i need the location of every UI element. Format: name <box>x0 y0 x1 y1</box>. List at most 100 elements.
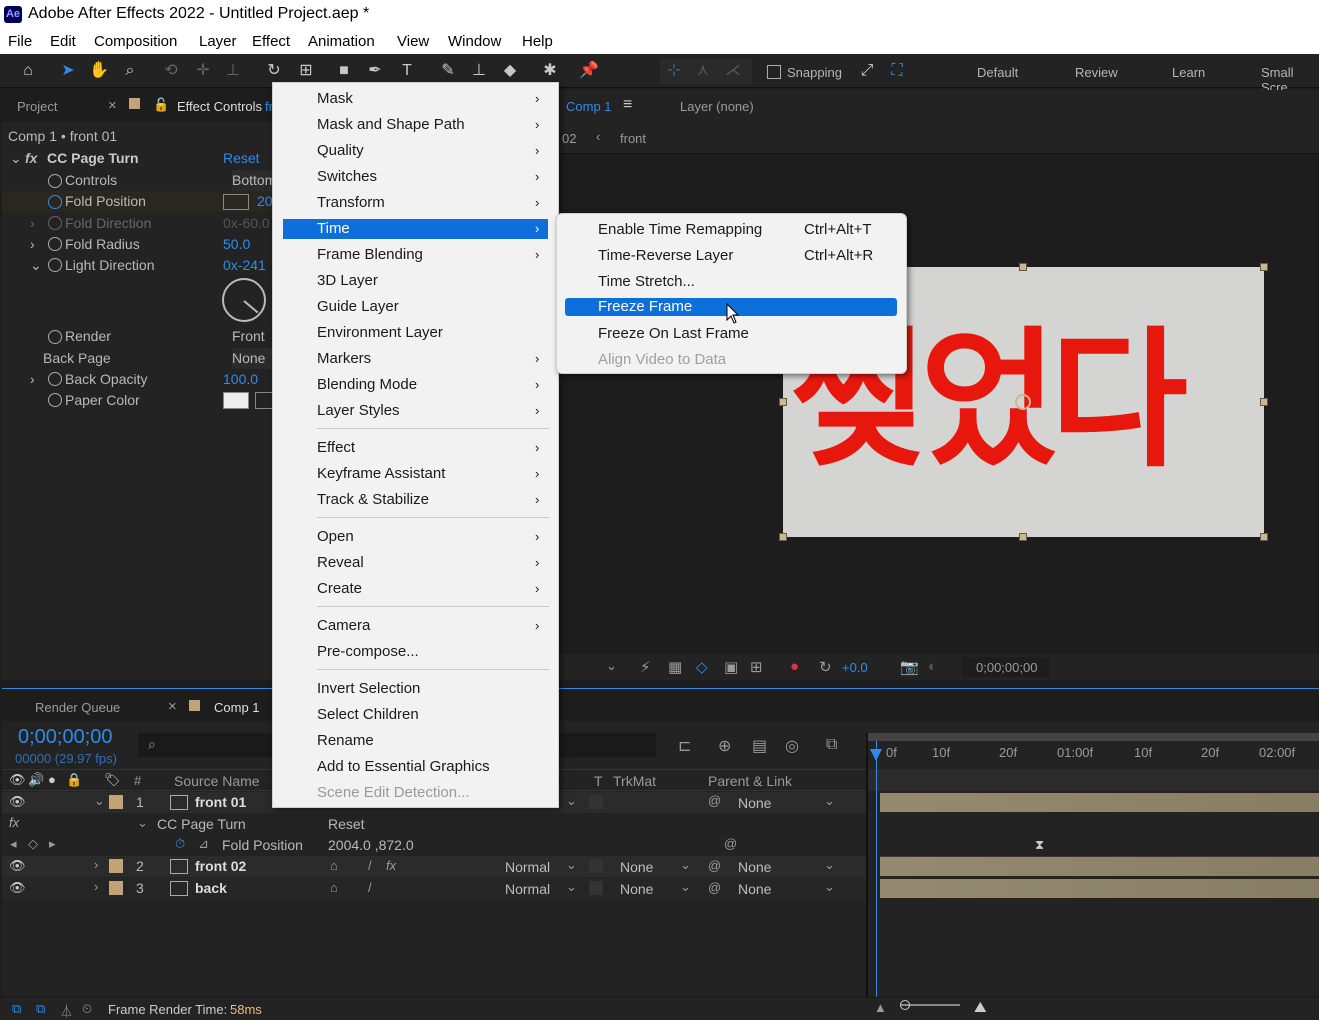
menu-item-frame-blending[interactable]: Frame Blending › <box>273 242 558 268</box>
trkmat-dropdown-arrow-icon[interactable]: ⌄ <box>680 879 691 895</box>
track-matte-toggle[interactable] <box>589 859 603 873</box>
snap-target-icon[interactable]: ⛶ <box>886 60 908 82</box>
blend-mode-dropdown[interactable]: Normal <box>505 858 550 876</box>
pickwhip-icon[interactable]: @ <box>708 880 721 895</box>
graph-editor-icon[interactable]: ⧉ <box>826 736 837 754</box>
transform-handle[interactable] <box>779 398 787 406</box>
transform-handle[interactable] <box>1019 263 1027 271</box>
transform-handle[interactable] <box>1260 263 1268 271</box>
zoom-tool-icon[interactable]: ⌕ <box>119 60 141 82</box>
menu-item-environment-layer[interactable]: Environment Layer <box>273 320 558 346</box>
menu-composition[interactable]: Composition <box>94 33 177 50</box>
expand-arrow-icon[interactable]: › <box>30 213 35 234</box>
quality-switch-icon[interactable]: / <box>368 880 372 895</box>
reset-exposure-icon[interactable]: ↻ <box>819 658 832 676</box>
timeline-splitter[interactable] <box>866 733 868 997</box>
paper-color-swatch[interactable] <box>223 392 249 409</box>
show-snapshot-icon[interactable]: ◐ <box>928 658 937 675</box>
mode-dropdown-arrow-icon[interactable]: ⌄ <box>566 793 577 809</box>
snap-options-icon[interactable]: ⤢ <box>856 60 878 82</box>
layer-name[interactable]: front 02 <box>195 856 246 877</box>
zoom-slider-handle[interactable] <box>900 1000 910 1010</box>
stopwatch-icon[interactable] <box>48 258 62 272</box>
comp-mini-flowchart-icon[interactable]: ⊏ <box>678 736 691 756</box>
layer-duration-bar[interactable] <box>880 857 1319 876</box>
tab-render-queue[interactable]: Render Queue <box>35 700 120 715</box>
menu-item-rename[interactable]: Rename <box>273 728 558 754</box>
trkmat-dropdown[interactable]: None <box>620 858 653 876</box>
menu-item-time-stretch[interactable]: Time Stretch... <box>557 269 906 295</box>
expand-arrow-icon[interactable]: › <box>30 234 35 255</box>
stopwatch-active-icon[interactable]: ⏱ <box>175 836 185 852</box>
menu-item-blending-mode[interactable]: Blending Mode › <box>273 372 558 398</box>
video-eye-icon[interactable]: 👁 <box>9 858 26 874</box>
menu-item-camera[interactable]: Camera › <box>273 613 558 639</box>
layer-label-swatch[interactable] <box>109 881 123 895</box>
mode-dropdown-arrow-icon[interactable]: ⌄ <box>566 857 577 873</box>
menu-item-add-to-essential-graphics[interactable]: Add to Essential Graphics <box>273 754 558 780</box>
render-time-icon[interactable]: ⏲ <box>82 1001 92 1017</box>
menu-item-guide-layer[interactable]: Guide Layer <box>273 294 558 320</box>
brush-tool-icon[interactable]: ✎ <box>437 60 459 82</box>
menu-edit[interactable]: Edit <box>50 33 76 50</box>
pen-tool-icon[interactable]: ✒ <box>364 60 386 82</box>
transform-handle[interactable] <box>1260 533 1268 541</box>
layer-label-swatch[interactable] <box>109 859 123 873</box>
graph-icon[interactable]: ⊿ <box>198 836 209 852</box>
video-eye-icon[interactable]: 👁 <box>9 880 26 896</box>
effect-switch-icon[interactable]: fx <box>386 858 396 873</box>
stopwatch-icon[interactable] <box>48 372 62 386</box>
roto-brush-tool-icon[interactable]: ✱ <box>539 60 561 82</box>
shy-switch-icon[interactable]: ⌂ <box>330 880 338 895</box>
light-direction-value[interactable]: 0x-241 <box>223 255 274 276</box>
tab-comp-1-timeline[interactable]: Comp 1 <box>214 700 260 715</box>
menu-file[interactable]: File <box>8 33 32 50</box>
layer-name[interactable]: back <box>195 878 227 899</box>
layer-name[interactable]: front 01 <box>195 792 246 813</box>
timeline-effect-reset[interactable]: Reset <box>328 814 365 835</box>
menu-item-time[interactable]: Time › <box>283 219 548 239</box>
back-page-dropdown[interactable]: None <box>232 348 274 369</box>
menu-item-open[interactable]: Open › <box>273 524 558 550</box>
expression-pickwhip-icon[interactable]: @ <box>724 836 737 851</box>
menu-item-pre-compose[interactable]: Pre-compose... <box>273 639 558 665</box>
view-axis-icon[interactable]: ⋌ <box>722 60 744 82</box>
menu-item-markers[interactable]: Markers › <box>273 346 558 372</box>
rotate-tool-icon[interactable]: ↻ <box>263 60 285 82</box>
stopwatch-icon[interactable] <box>48 393 62 407</box>
stopwatch-active-icon[interactable] <box>48 195 62 209</box>
menu-item-keyframe-assistant[interactable]: Keyframe Assistant › <box>273 461 558 487</box>
controls-dropdown[interactable]: Bottom <box>232 170 274 191</box>
parent-dropdown-arrow-icon[interactable]: ⌄ <box>824 793 835 809</box>
work-area-bar[interactable] <box>868 733 1319 741</box>
anchor-point-icon[interactable] <box>1015 394 1031 410</box>
expand-arrow-icon[interactable]: › <box>30 369 35 390</box>
fast-previews-icon[interactable]: ⚡ <box>640 658 651 676</box>
menu-item-track-stabilize[interactable]: Track & Stabilize › <box>273 487 558 513</box>
motion-blur-icon[interactable]: ◎ <box>785 736 799 756</box>
close-tab-icon[interactable]: × <box>168 698 177 715</box>
grid-guides-icon[interactable]: ⊞ <box>750 658 763 676</box>
column-header-source-name[interactable]: Source Name <box>174 773 260 789</box>
breadcrumb-front[interactable]: front <box>620 131 646 146</box>
collapse-arrow-icon[interactable]: ⌄ <box>137 815 148 831</box>
shy-switch-icon[interactable]: ⌂ <box>330 858 338 873</box>
playhead-line[interactable] <box>876 741 877 997</box>
magnification-dropdown-arrow-icon[interactable]: ⌄ <box>606 658 617 674</box>
workspace-learn[interactable]: Learn <box>1172 65 1205 80</box>
parent-dropdown[interactable]: None <box>738 858 771 876</box>
menu-item-effect[interactable]: Effect › <box>273 435 558 461</box>
stopwatch-icon[interactable] <box>48 330 62 344</box>
menu-item-select-children[interactable]: Select Children <box>273 702 558 728</box>
video-eye-icon[interactable]: 👁 <box>9 794 26 810</box>
selection-tool-icon[interactable]: ➤ <box>57 60 79 82</box>
point-control-icon[interactable] <box>223 194 249 210</box>
effect-reset-button[interactable]: Reset <box>223 148 260 169</box>
menu-view[interactable]: View <box>397 33 429 50</box>
menu-item-transform[interactable]: Transform › <box>273 190 558 216</box>
workspace-review[interactable]: Review <box>1075 65 1118 80</box>
clone-stamp-tool-icon[interactable]: ⊥ <box>468 60 490 82</box>
snapping-checkbox[interactable] <box>767 65 781 79</box>
exposure-value[interactable]: +0.0 <box>842 660 868 675</box>
menu-layer[interactable]: Layer <box>199 33 237 50</box>
